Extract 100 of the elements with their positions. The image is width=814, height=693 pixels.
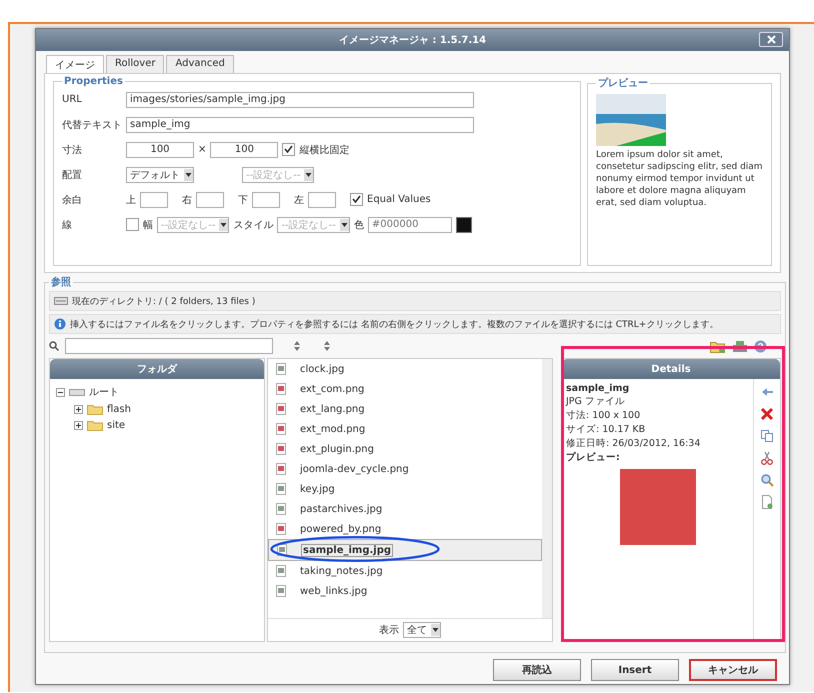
image-file-icon (276, 503, 286, 515)
color-picker-swatch[interactable] (456, 216, 472, 232)
dropdown[interactable]: デフォルト (126, 166, 194, 182)
field-label: 左 (294, 194, 304, 206)
folder-icon (87, 419, 103, 431)
cross-icon[interactable] (760, 407, 774, 421)
sort-icon (323, 340, 331, 352)
input-field[interactable] (140, 192, 168, 208)
tree-item[interactable]: flash (107, 404, 131, 414)
image-file-icon (276, 383, 286, 395)
file-row[interactable]: clock.jpg (268, 359, 542, 379)
field-label: 寸法 (62, 144, 83, 156)
input-field[interactable]: 100 (126, 142, 194, 158)
close-icon (766, 35, 776, 44)
checkbox-label: 縦横比固定 (299, 144, 350, 156)
drive-icon (69, 387, 85, 397)
document-icon[interactable] (760, 495, 774, 509)
checkbox[interactable] (350, 193, 363, 206)
cancel-button[interactable]: キャンセル (689, 659, 777, 681)
input-field[interactable] (252, 192, 280, 208)
field-label: 配置 (62, 168, 83, 182)
image-file-icon (276, 443, 286, 455)
image-file-icon (276, 585, 286, 597)
file-row[interactable]: key.jpg (268, 479, 542, 499)
search-icon (49, 341, 59, 351)
input-field[interactable] (308, 192, 336, 208)
tab[interactable]: イメージ (46, 55, 104, 73)
field-label: 表示 (379, 624, 399, 637)
tray-icon (732, 340, 748, 352)
file-row[interactable]: web_links.jpg (268, 581, 542, 601)
file-row[interactable]: sample_img.jpg (268, 539, 542, 561)
panel-header: フォルダ (50, 359, 264, 379)
image-file-icon (276, 523, 286, 535)
file-row[interactable]: ext_plugin.png (268, 439, 542, 459)
folder-icon (87, 403, 103, 415)
field-label: URL (62, 94, 83, 105)
input-field[interactable] (196, 192, 224, 208)
input-field[interactable]: sample_img (126, 116, 474, 132)
field-label: 上 (126, 194, 136, 206)
tree-item[interactable]: site (107, 420, 126, 430)
sort-icon (293, 340, 301, 352)
tree-item[interactable]: ルート (89, 385, 119, 399)
info-icon (54, 318, 66, 330)
file-row[interactable]: pastarchives.jpg (268, 499, 542, 519)
drive-icon (54, 296, 68, 306)
arrow-icon[interactable] (760, 385, 774, 399)
image-file-icon (276, 423, 286, 435)
caret-icon (219, 218, 228, 230)
file-row[interactable]: joomla-dev_cycle.png (268, 459, 542, 479)
field-label: 線 (62, 218, 73, 232)
tab[interactable]: Advanced (166, 55, 234, 73)
dialog-button[interactable]: 再読込 (493, 659, 581, 681)
image-file-icon (276, 403, 286, 415)
preview-label: プレビュー: (566, 451, 621, 464)
info-text: 挿入するにはファイル名をクリックします。プロパティを参照するには 名前の右側をクリックします。複数のファイルを選択するには CTRL+クリックします。 (70, 318, 718, 330)
detail-text: 修正日時: 26/03/2012, 16:34 (566, 437, 702, 450)
detail-text: 寸法: 100 x 100 (566, 409, 642, 422)
dialog-button[interactable]: Insert (591, 659, 679, 681)
preview-text: Lorem ipsum dolor sit amet, consetetur sadipscing elitr, sed diam nonumy eirmod tempor invidunt ut labore et dolore magna aliquyam erat, sed diam voluptua. (596, 149, 763, 209)
group-title: 参照 (50, 276, 72, 289)
input-field[interactable]: images/stories/sample_img.jpg (126, 92, 474, 108)
window-title: イメージマネージャ : 1.5.7.14 (338, 34, 486, 47)
image-file-icon (276, 463, 286, 475)
file-name: sample_img (566, 383, 630, 394)
directory-path: 現在のディレクトリ: / ( 2 folders, 13 files ) (72, 296, 256, 308)
file-row[interactable]: powered_by.png (268, 519, 542, 539)
field-label: スタイル (233, 218, 274, 232)
collapse-icon[interactable] (56, 388, 65, 396)
image-file-icon (276, 363, 286, 375)
tab[interactable]: Rollover (106, 55, 164, 73)
expand-icon[interactable] (74, 420, 83, 430)
magnifier-icon[interactable] (760, 473, 774, 487)
file-row[interactable]: ext_mod.png (268, 419, 542, 439)
dropdown[interactable]: 全て (403, 622, 441, 638)
input-field[interactable] (65, 338, 273, 354)
group-title: Properties (63, 76, 124, 87)
help-icon (754, 340, 767, 352)
image-file-icon (276, 565, 286, 577)
input-field[interactable]: #000000 (368, 216, 452, 232)
beach-picture (596, 94, 666, 146)
file-row[interactable]: ext_lang.png (268, 399, 542, 419)
scissors-icon[interactable] (760, 451, 774, 465)
field-label: 右 (182, 194, 192, 206)
image-file-icon (276, 483, 286, 495)
close-button[interactable] (759, 32, 783, 47)
caret-icon (184, 168, 193, 180)
checkbox-label: 幅 (143, 218, 153, 232)
caret-icon (340, 218, 349, 230)
file-row[interactable]: ext_com.png (268, 379, 542, 399)
checkbox[interactable] (126, 218, 139, 231)
caret-icon (304, 168, 314, 180)
checkbox[interactable] (282, 143, 296, 156)
field-label: 余白 (62, 194, 83, 206)
group-title: プレビュー (597, 76, 649, 90)
expand-icon[interactable] (74, 404, 83, 414)
file-row[interactable]: taking_notes.jpg (268, 561, 542, 581)
copy-icon[interactable] (760, 429, 774, 443)
detail-text: JPG ファイル (566, 395, 626, 408)
input-field[interactable]: 100 (210, 142, 278, 158)
panel-header: Details (562, 359, 780, 379)
